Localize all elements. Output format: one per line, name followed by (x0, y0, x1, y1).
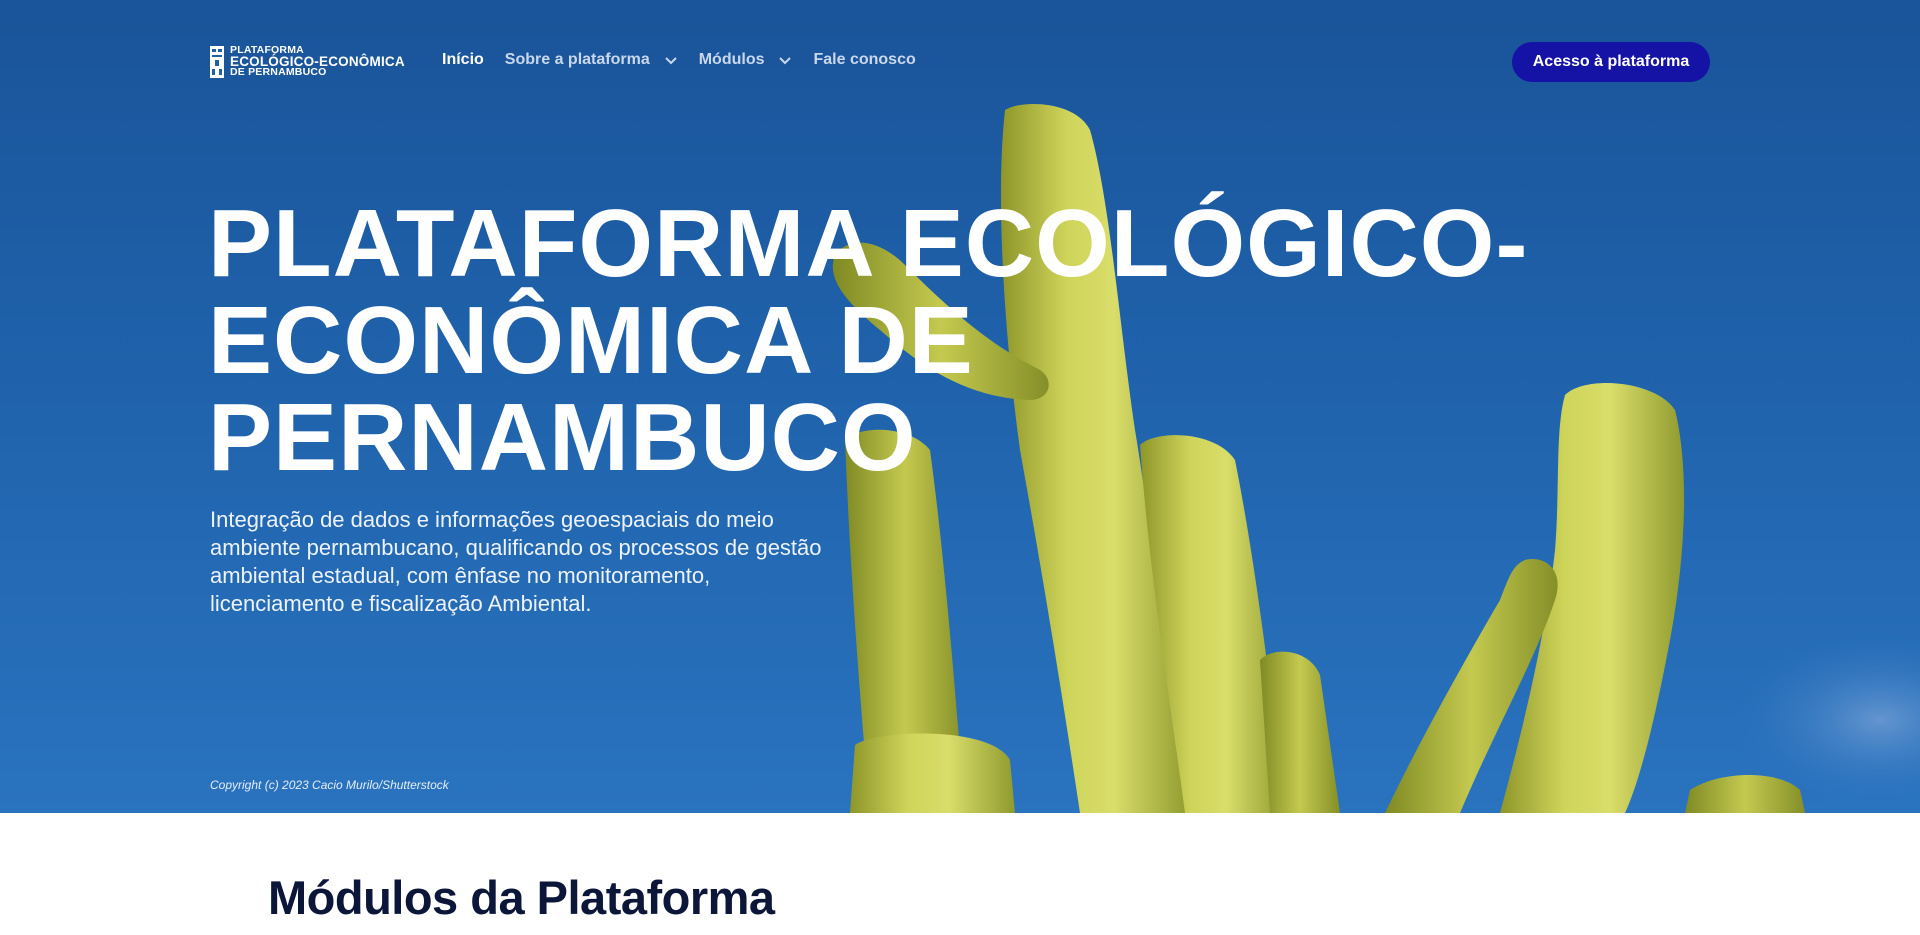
modules-section-title: Módulos da Plataforma (268, 871, 775, 924)
grid-logo-icon (210, 45, 224, 78)
logo-text: PLATAFORMA ECOLÓGICO-ECONÔMICA DE PERNAM… (230, 45, 405, 78)
chevron-down-icon (665, 56, 677, 64)
nav-item-label: Início (442, 51, 484, 68)
hero-title: PLATAFORMA ECOLÓGICO-ECONÔMICA DE PERNAM… (208, 190, 1529, 491)
nav-item-label: Sobre a plataforma (504, 51, 650, 68)
site-logo[interactable]: PLATAFORMA ECOLÓGICO-ECONÔMICA DE PERNAM… (210, 45, 405, 78)
access-platform-button[interactable]: Acesso à plataforma (1512, 42, 1710, 82)
image-copyright: Copyright (c) 2023 Cacio Murilo/Shutters… (210, 778, 449, 792)
nav-item-label: Módulos (698, 51, 765, 68)
nav-item-inicio[interactable]: Início (442, 51, 484, 69)
chevron-down-icon (779, 56, 792, 64)
nav-item-modulos[interactable]: Módulos (699, 51, 793, 69)
top-navbar: PLATAFORMA ECOLÓGICO-ECONÔMICA DE PERNAM… (210, 42, 1710, 82)
main-menu: Início Sobre a plataforma Módulos Fale c… (442, 51, 937, 69)
nav-item-sobre[interactable]: Sobre a plataforma (505, 51, 678, 69)
nav-item-label: Fale conosco (813, 51, 916, 68)
hero-subtitle: Integração de dados e informações geoesp… (210, 507, 822, 616)
hero-banner: PLATAFORMA ECOLÓGICO-ECONÔMICA DE PERNAM… (0, 0, 1920, 813)
nav-item-fale-conosco[interactable]: Fale conosco (813, 51, 915, 69)
